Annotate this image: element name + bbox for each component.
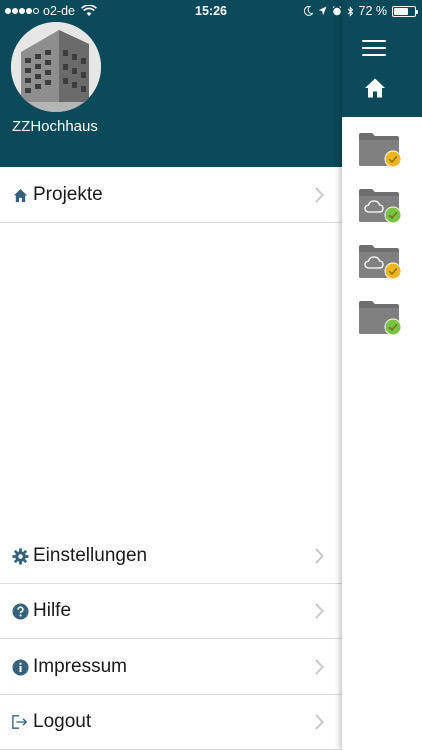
chevron-right-icon [315, 659, 324, 675]
folder-icon[interactable] [358, 298, 404, 336]
menu-item-projects-label: Projekte [33, 184, 103, 205]
hamburger-menu-icon[interactable] [362, 40, 386, 56]
menu-item-projects[interactable]: Projekte [0, 168, 342, 223]
folder-icon[interactable] [358, 130, 404, 168]
menu-item-settings[interactable]: Einstellungen [0, 529, 342, 584]
gear-icon [11, 547, 29, 565]
home-icon [11, 186, 29, 204]
menu-item-logout[interactable]: Logout [0, 695, 342, 750]
status-bar: o2-de 15:26 72 % [0, 0, 422, 22]
battery-icon [392, 5, 418, 17]
chevron-right-icon [315, 187, 324, 203]
menu-item-impressum[interactable]: Impressum [0, 640, 342, 695]
logout-icon [11, 713, 29, 731]
location-arrow-icon [318, 6, 326, 16]
menu-item-help[interactable]: Hilfe [0, 584, 342, 639]
avatar[interactable] [11, 22, 101, 112]
folder-cloud-icon[interactable] [358, 186, 404, 224]
moon-icon [303, 6, 313, 16]
profile-header: ZZHochhaus [0, 0, 342, 167]
menu-item-settings-label: Einstellungen [33, 545, 148, 566]
help-circle-icon [11, 602, 29, 620]
menu-item-help-label: Hilfe [33, 600, 72, 621]
info-circle-icon [11, 658, 29, 676]
alarm-icon [332, 6, 341, 16]
chevron-right-icon [315, 603, 324, 619]
home-icon[interactable] [364, 77, 386, 99]
side-rail [342, 0, 422, 750]
folder-cloud-icon[interactable] [358, 242, 404, 280]
chevron-right-icon [315, 714, 324, 730]
building-photo-icon [11, 22, 101, 112]
bluetooth-icon [347, 5, 353, 17]
profile-name: ZZHochhaus [12, 118, 98, 135]
chevron-right-icon [315, 548, 324, 564]
battery-percent: 72 % [358, 4, 388, 18]
menu-item-impressum-label: Impressum [33, 656, 127, 677]
menu-item-logout-label: Logout [33, 711, 92, 732]
